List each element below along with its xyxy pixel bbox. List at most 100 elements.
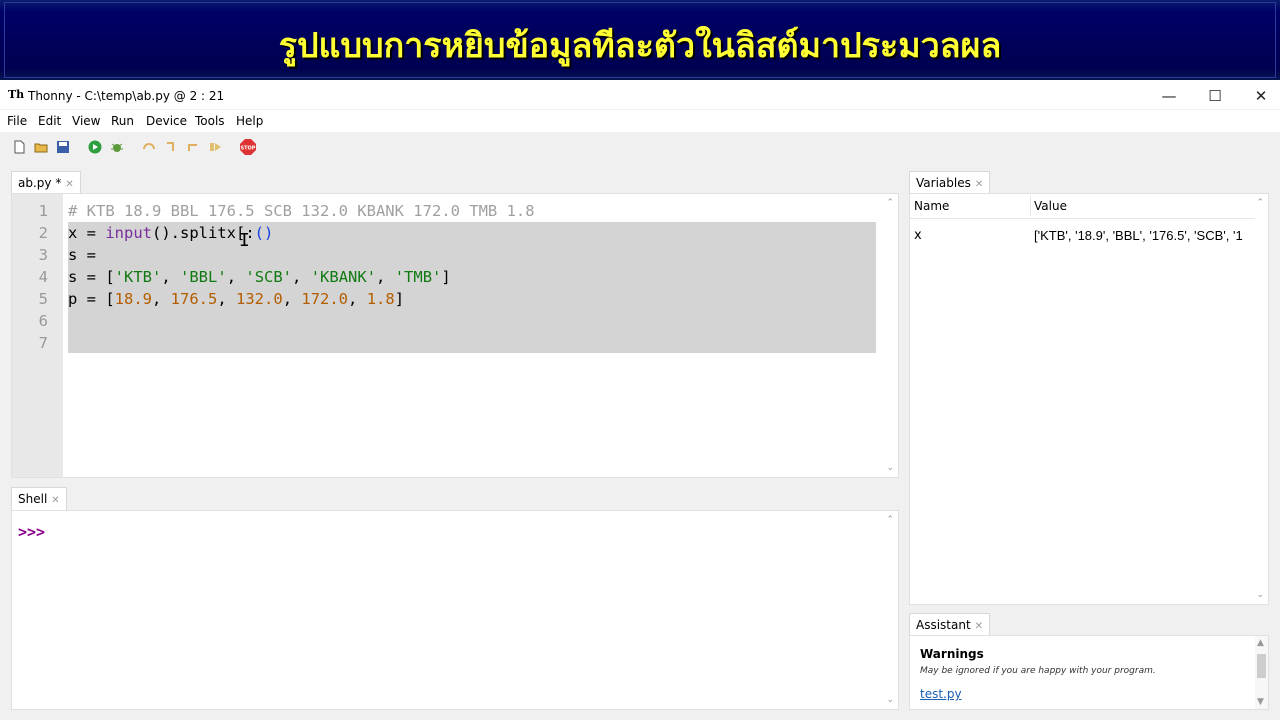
code-token-paren: ()	[254, 224, 274, 242]
code-token-string: 'KTB'	[114, 268, 162, 286]
maximize-button[interactable]: ☐	[1192, 83, 1238, 109]
warnings-subtitle: May be ignored if you are happy with you…	[920, 666, 1156, 676]
banner-title: รูปแบบการหยิบข้อมูลทีละตัวในลิสต์มาประมว…	[278, 26, 1002, 66]
code-token: ,	[348, 290, 367, 308]
variables-header: Name Value	[910, 194, 1255, 219]
thonny-icon: Th	[8, 88, 25, 101]
menu-file[interactable]: File	[7, 114, 27, 128]
code-token-number: 172.0	[301, 290, 349, 308]
tab-label: Variables	[916, 176, 971, 190]
line-number: 1	[38, 202, 48, 220]
save-file-icon[interactable]	[56, 140, 70, 154]
code-line-5: p = [18.9, 176.5, 132.0, 172.0, 1.8]	[68, 288, 404, 310]
stop-icon[interactable]: STOP	[240, 139, 256, 155]
tab-variables[interactable]: Variables ✕	[909, 171, 991, 194]
window-title: Thonny - C:\temp\ab.py @ 2 : 21	[28, 89, 225, 103]
code-token: ]	[394, 290, 405, 308]
scroll-up-icon[interactable]: ⌃	[886, 198, 894, 208]
line-number: 4	[38, 268, 48, 286]
code-token-number: 18.9	[114, 290, 152, 308]
variable-name[interactable]: x	[914, 228, 922, 243]
code-line-1: # KTB 18.9 BBL 176.5 SCB 132.0 KBANK 172…	[68, 202, 535, 220]
column-name-header[interactable]: Name	[914, 199, 949, 213]
close-tab-icon[interactable]: ✕	[975, 179, 983, 190]
tab-shell[interactable]: Shell ✕	[11, 487, 67, 510]
scroll-down-icon[interactable]: ⌄	[886, 695, 894, 705]
code-editor[interactable]: 1 2 3 4 5 6 7 # KTB 18.9 BBL 176.5 SCB 1…	[11, 193, 899, 478]
step-out-icon[interactable]	[186, 140, 200, 154]
column-value-header[interactable]: Value	[1034, 199, 1067, 213]
scroll-down-icon[interactable]: ⌄	[886, 463, 894, 473]
code-token-string: 'BBL'	[180, 268, 227, 286]
code-token-string: 'SCB'	[245, 268, 293, 286]
line-number: 2	[38, 224, 48, 242]
code-token-number: 1.8	[366, 290, 395, 308]
code-token: s = [	[68, 268, 115, 286]
code-token-string: 'TMB'	[394, 268, 442, 286]
close-tab-icon[interactable]: ✕	[65, 179, 73, 190]
code-token: ]	[441, 268, 451, 286]
resume-icon[interactable]	[208, 140, 222, 154]
code-line-3: s =	[68, 246, 106, 264]
menu-run[interactable]: Run	[111, 114, 134, 128]
code-token: x	[226, 224, 236, 242]
code-token: ,	[161, 268, 181, 286]
menu-device[interactable]: Device	[146, 114, 187, 128]
code-token: ,	[282, 290, 302, 308]
menu-tools[interactable]: Tools	[195, 114, 225, 128]
menu-view[interactable]: View	[72, 114, 100, 128]
code-line-4: s = ['KTB', 'BBL', 'SCB', 'KBANK', 'TMB'…	[68, 266, 451, 288]
close-tab-icon[interactable]: ✕	[975, 621, 983, 632]
video-banner: รูปแบบการหยิบข้อมูลทีละตัวในลิสต์มาประมว…	[0, 0, 1280, 83]
line-number: 5	[38, 290, 48, 308]
scroll-up-icon[interactable]: ▲	[1257, 638, 1264, 648]
code-token: ,	[226, 268, 246, 286]
code-token-builtin: input	[105, 224, 152, 242]
tab-ab-py[interactable]: ab.py * ✕	[11, 171, 81, 194]
run-icon[interactable]	[88, 140, 102, 154]
text-cursor-icon: I	[239, 232, 250, 252]
line-number: 7	[38, 334, 48, 352]
warning-file-link[interactable]: test.py	[920, 687, 962, 701]
minimize-button[interactable]: —	[1146, 83, 1192, 109]
code-token-number: 132.0	[236, 290, 283, 308]
code-token: ,	[292, 268, 311, 286]
new-file-icon[interactable]	[12, 140, 26, 154]
variable-value[interactable]: ['KTB', '18.9', 'BBL', '176.5', 'SCB', '…	[1034, 228, 1253, 243]
step-into-icon[interactable]	[164, 140, 178, 154]
code-token: ,	[376, 268, 395, 286]
scroll-up-icon[interactable]: ⌃	[1256, 198, 1264, 208]
tab-label: Assistant	[916, 618, 971, 632]
code-token: p = [	[68, 290, 115, 308]
menu-help[interactable]: Help	[236, 114, 263, 128]
scrollbar-thumb[interactable]	[1257, 654, 1266, 678]
menu-edit[interactable]: Edit	[38, 114, 61, 128]
scroll-down-icon[interactable]: ▼	[1257, 697, 1264, 707]
open-file-icon[interactable]	[34, 140, 48, 154]
code-token: ,	[152, 290, 171, 308]
close-window-button[interactable]: ✕	[1238, 83, 1280, 109]
line-number: 3	[38, 246, 48, 264]
tab-label: ab.py *	[18, 176, 62, 190]
shell-prompt: >>>	[18, 523, 46, 541]
assistant-panel: Warnings May be ignored if you are happy…	[909, 635, 1269, 710]
window-titlebar: Th Thonny - C:\temp\ab.py @ 2 : 21 — ☐ ✕	[0, 83, 1280, 109]
toolbar: STOP	[0, 134, 1280, 162]
column-divider[interactable]	[1030, 196, 1031, 216]
code-token-string: 'KBANK'	[310, 268, 377, 286]
scroll-up-icon[interactable]: ⌃	[886, 515, 894, 525]
tab-label: Shell	[18, 492, 48, 506]
step-over-icon[interactable]	[142, 140, 156, 154]
warnings-title: Warnings	[920, 647, 984, 661]
line-number-gutter: 1 2 3 4 5 6 7	[12, 194, 63, 477]
debug-icon[interactable]	[110, 140, 124, 154]
svg-text:STOP: STOP	[241, 146, 256, 152]
assistant-scrollbar[interactable]: ▲ ▼	[1255, 636, 1268, 709]
code-token: ().split	[152, 224, 227, 242]
menu-bar: File Edit View Run Device Tools Help	[0, 110, 1280, 132]
code-token: ,	[217, 290, 237, 308]
close-tab-icon[interactable]: ✕	[51, 495, 59, 506]
scroll-down-icon[interactable]: ⌄	[1256, 590, 1264, 600]
shell-panel[interactable]: >>> ⌃ ⌄	[11, 510, 899, 710]
tab-assistant[interactable]: Assistant ✕	[909, 613, 991, 636]
